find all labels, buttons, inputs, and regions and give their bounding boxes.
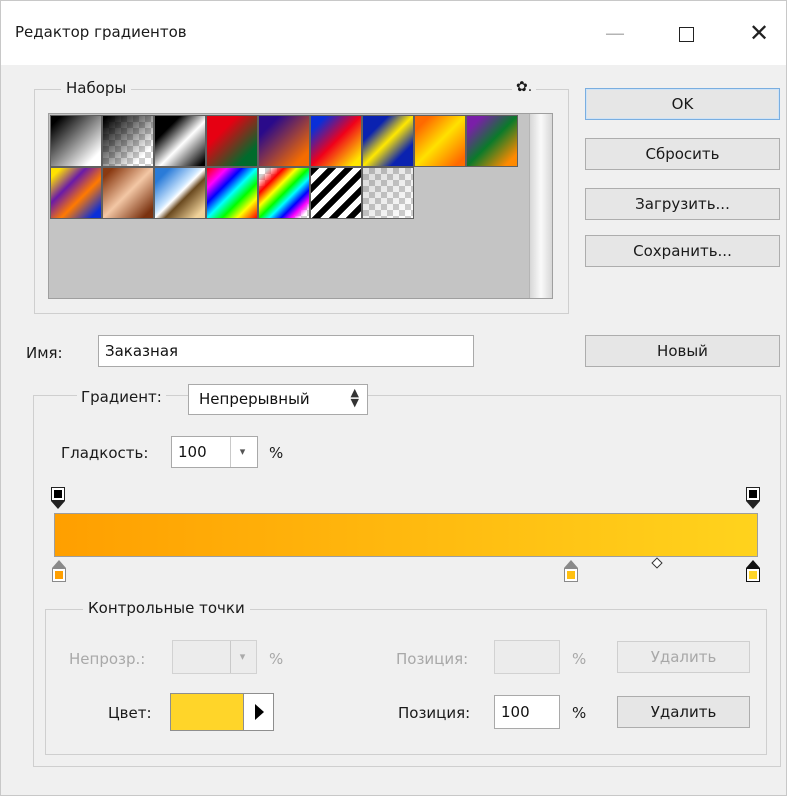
opacity-label: Непрозр.: <box>69 650 146 668</box>
preset-black-white-black[interactable] <box>154 115 206 167</box>
gradient-type-label: Градиент: <box>77 388 166 406</box>
close-button[interactable]: ✕ <box>742 17 776 49</box>
maximize-button[interactable] <box>669 17 703 49</box>
new-button[interactable]: Новый <box>585 335 780 367</box>
gradient-type-value: Непрерывный <box>199 390 310 408</box>
preset-black-to-transparent[interactable] <box>102 115 154 167</box>
smoothness-label: Гладкость: <box>61 444 149 462</box>
preset-violet-green-orange[interactable] <box>466 115 518 167</box>
color-swatch[interactable] <box>170 693 274 731</box>
color-stop-middle[interactable] <box>564 560 578 584</box>
preset-chrome[interactable] <box>154 167 206 219</box>
preset-blue-red-yellow[interactable] <box>310 115 362 167</box>
preset-neutral-density[interactable] <box>362 167 414 219</box>
maximize-icon <box>678 27 694 42</box>
ok-button[interactable]: OK <box>585 88 780 120</box>
opacity-stop-left[interactable] <box>51 487 65 509</box>
opacity-unit: % <box>269 650 284 668</box>
title-bar: Редактор градиентов — ✕ <box>1 1 786 65</box>
name-label: Имя: <box>26 344 63 362</box>
color-position-unit: % <box>572 704 587 722</box>
updown-icon: ▲ ▼ <box>350 386 359 409</box>
opacity-dropdown-icon[interactable]: ▾ <box>230 641 254 673</box>
opacity-position-label: Позиция: <box>396 650 469 668</box>
minimize-button[interactable]: — <box>598 17 632 49</box>
play-arrow-icon[interactable] <box>243 694 273 730</box>
presets-list[interactable] <box>48 113 553 299</box>
opacity-stop-right[interactable] <box>746 487 760 509</box>
color-position-label: Позиция: <box>398 704 471 722</box>
opacity-delete-button[interactable]: Удалить <box>617 641 750 673</box>
presets-legend: Наборы <box>61 79 132 97</box>
save-button[interactable]: Сохранить... <box>585 235 780 267</box>
preset-black-to-white[interactable] <box>50 115 102 167</box>
gradient-type-select[interactable]: Непрерывный ▲ ▼ <box>188 384 368 415</box>
gradient-editor-window: Редактор градиентов — ✕ Наборы ✿. OK Сбр… <box>0 0 787 796</box>
preset-red-to-green[interactable] <box>206 115 258 167</box>
smoothness-dropdown-icon[interactable]: ▾ <box>230 437 254 467</box>
opacity-position-field[interactable] <box>494 640 560 674</box>
gear-icon[interactable]: ✿. <box>512 79 537 95</box>
color-position-field[interactable] <box>494 695 560 729</box>
load-button[interactable]: Загрузить... <box>585 188 780 220</box>
reset-button[interactable]: Сбросить <box>585 138 780 170</box>
smoothness-unit: % <box>269 444 284 462</box>
preset-violet-to-orange[interactable] <box>258 115 310 167</box>
presets-scrollbar[interactable] <box>529 114 552 298</box>
stops-group <box>45 609 767 755</box>
color-stop-right[interactable] <box>746 560 760 584</box>
preset-copper[interactable] <box>102 167 154 219</box>
color-stop-left[interactable] <box>52 560 66 584</box>
preset-spectrum[interactable] <box>206 167 258 219</box>
preset-yellow-violet-orange-blue[interactable] <box>50 167 102 219</box>
gradient-preview-bar[interactable] <box>54 513 758 557</box>
opacity-position-unit: % <box>572 650 587 668</box>
preset-orange-yellow-orange[interactable] <box>414 115 466 167</box>
window-title: Редактор градиентов <box>15 23 187 41</box>
preset-blue-yellow-blue[interactable] <box>362 115 414 167</box>
color-delete-button[interactable]: Удалить <box>617 696 750 728</box>
preset-transparent-stripes[interactable] <box>310 167 362 219</box>
preset-transparent-rainbow[interactable] <box>258 167 310 219</box>
stops-legend: Контрольные точки <box>83 599 250 617</box>
name-field[interactable] <box>98 335 474 367</box>
color-label: Цвет: <box>108 704 152 722</box>
